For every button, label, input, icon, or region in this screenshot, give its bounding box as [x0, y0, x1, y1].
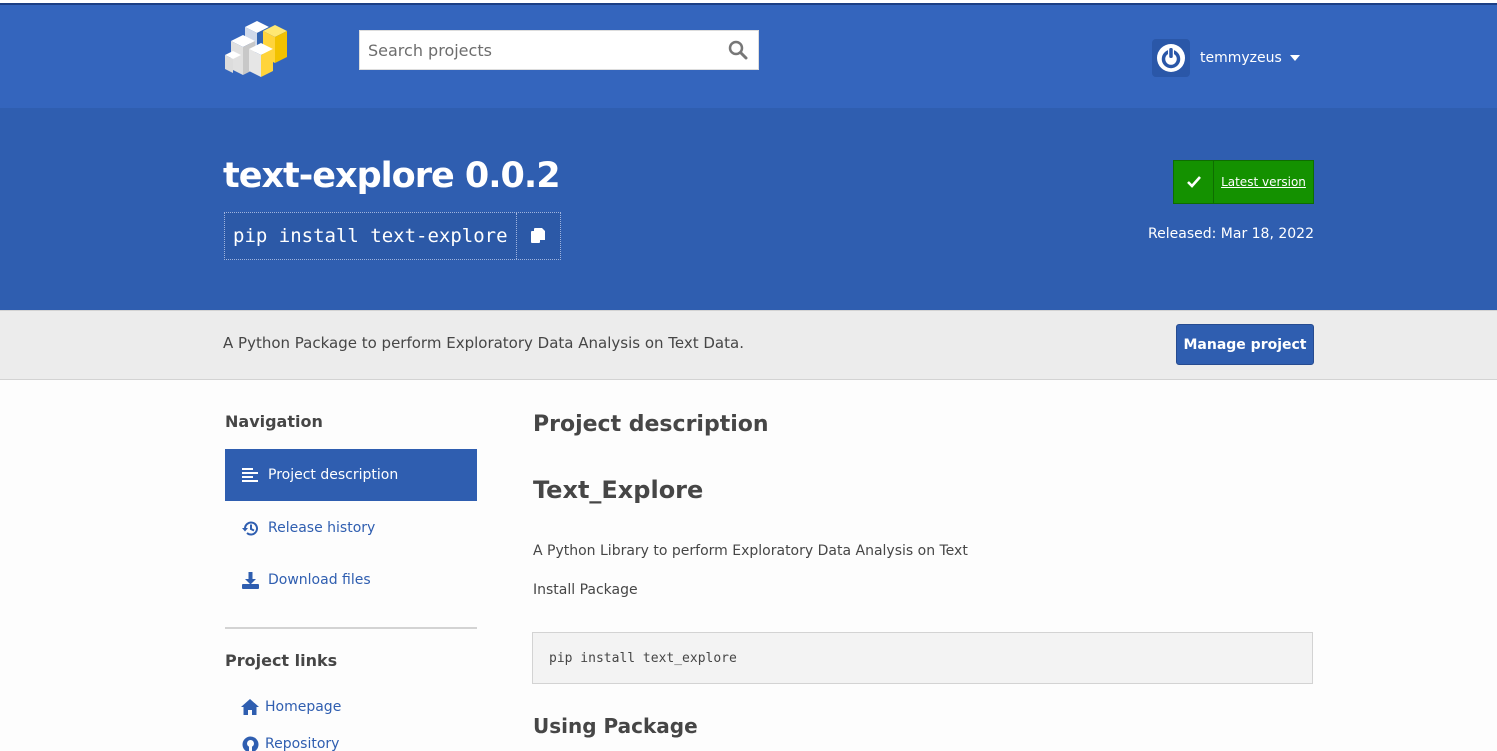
- latest-version-badge[interactable]: Latest version: [1173, 160, 1314, 204]
- pip-command: pip install text-explore: [233, 225, 508, 247]
- readme-title: Text_Explore: [533, 476, 704, 504]
- chevron-down-icon: [1289, 55, 1300, 61]
- copy-icon: [531, 228, 546, 243]
- home-icon: [241, 698, 259, 716]
- navigation-heading: Navigation: [225, 412, 323, 431]
- repository-link-label: Repository: [265, 736, 340, 751]
- copy-button[interactable]: [515, 213, 560, 259]
- sidebar-item-project-description[interactable]: Project description: [225, 449, 477, 501]
- search-box: [359, 30, 759, 70]
- repository-link[interactable]: Repository: [241, 733, 339, 751]
- readme-intro: A Python Library to perform Exploratory …: [533, 543, 968, 559]
- sidebar-item-label: Download files: [268, 572, 371, 588]
- homepage-link-label: Homepage: [265, 699, 342, 715]
- download-icon: [241, 571, 259, 589]
- sidebar-item-download-files[interactable]: Download files: [225, 554, 477, 606]
- section-heading: Project description: [533, 412, 769, 437]
- manage-project-button[interactable]: Manage project: [1176, 324, 1314, 365]
- history-icon: [241, 519, 259, 537]
- username: temmyzeus: [1200, 50, 1282, 66]
- user-menu[interactable]: temmyzeus: [1152, 39, 1300, 77]
- check-icon: [1174, 161, 1214, 203]
- usage-heading: Using Package: [533, 714, 698, 738]
- package-summary: A Python Package to perform Exploratory …: [223, 334, 744, 352]
- install-code-block: pip install text_explore: [532, 632, 1313, 684]
- package-title: text-explore 0.0.2: [223, 156, 561, 196]
- package-banner: text-explore 0.0.2 pip install text-expl…: [0, 108, 1497, 310]
- release-date: Released: Mar 18, 2022: [1148, 226, 1314, 242]
- github-icon: [241, 735, 259, 751]
- pypi-logo[interactable]: [223, 19, 291, 79]
- align-left-icon: [241, 466, 259, 484]
- package-summary-bar: A Python Package to perform Exploratory …: [0, 310, 1497, 380]
- project-links-heading: Project links: [225, 651, 338, 670]
- sidebar-item-label: Release history: [268, 520, 376, 536]
- homepage-link[interactable]: Homepage: [241, 696, 341, 718]
- avatar: [1152, 39, 1190, 77]
- sidebar-item-label: Project description: [268, 467, 399, 483]
- search-icon[interactable]: [728, 40, 748, 60]
- sidebar-item-release-history[interactable]: Release history: [225, 502, 477, 554]
- latest-version-link[interactable]: Latest version: [1214, 161, 1313, 203]
- install-heading: Install Package: [533, 582, 638, 598]
- site-header: temmyzeus: [0, 5, 1497, 108]
- pip-command-box: pip install text-explore: [224, 212, 561, 260]
- sidebar-divider: [225, 627, 477, 629]
- search-input[interactable]: [360, 31, 720, 69]
